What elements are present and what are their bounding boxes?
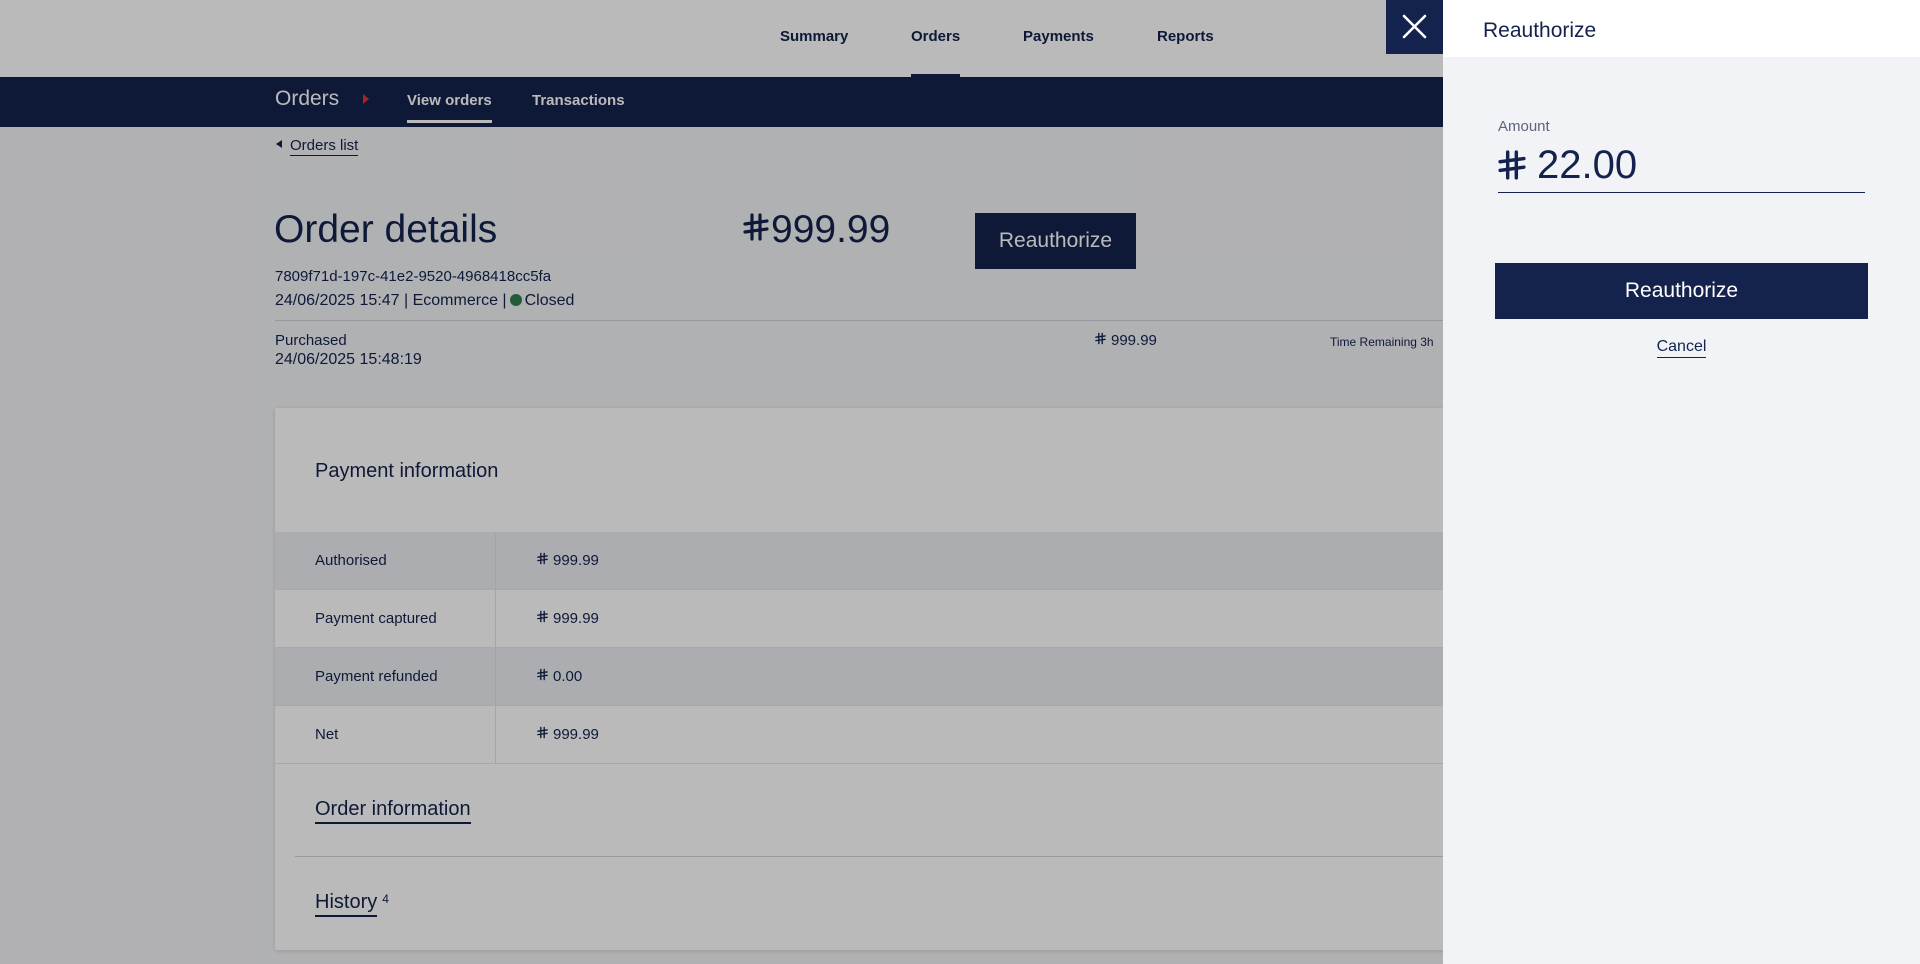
modal-overlay[interactable] — [0, 0, 1443, 964]
cancel-link[interactable]: Cancel — [1443, 338, 1920, 358]
amount-input[interactable] — [1537, 140, 1857, 190]
orders-page: Summary Orders Payments Reports Orders V… — [0, 0, 1920, 964]
currency-symbol-icon — [1498, 150, 1526, 180]
amount-label: Amount — [1498, 118, 1550, 135]
close-panel-button[interactable] — [1386, 0, 1443, 54]
reauthorize-panel: Reauthorize Amount Reauthorize Cancel — [1443, 0, 1920, 964]
close-icon — [1402, 14, 1427, 39]
cancel-link-label: Cancel — [1656, 338, 1707, 358]
amount-field[interactable] — [1498, 140, 1865, 193]
panel-title: Reauthorize — [1483, 19, 1597, 42]
reauthorize-submit-button[interactable]: Reauthorize — [1495, 263, 1868, 319]
panel-header: Reauthorize — [1443, 0, 1920, 57]
